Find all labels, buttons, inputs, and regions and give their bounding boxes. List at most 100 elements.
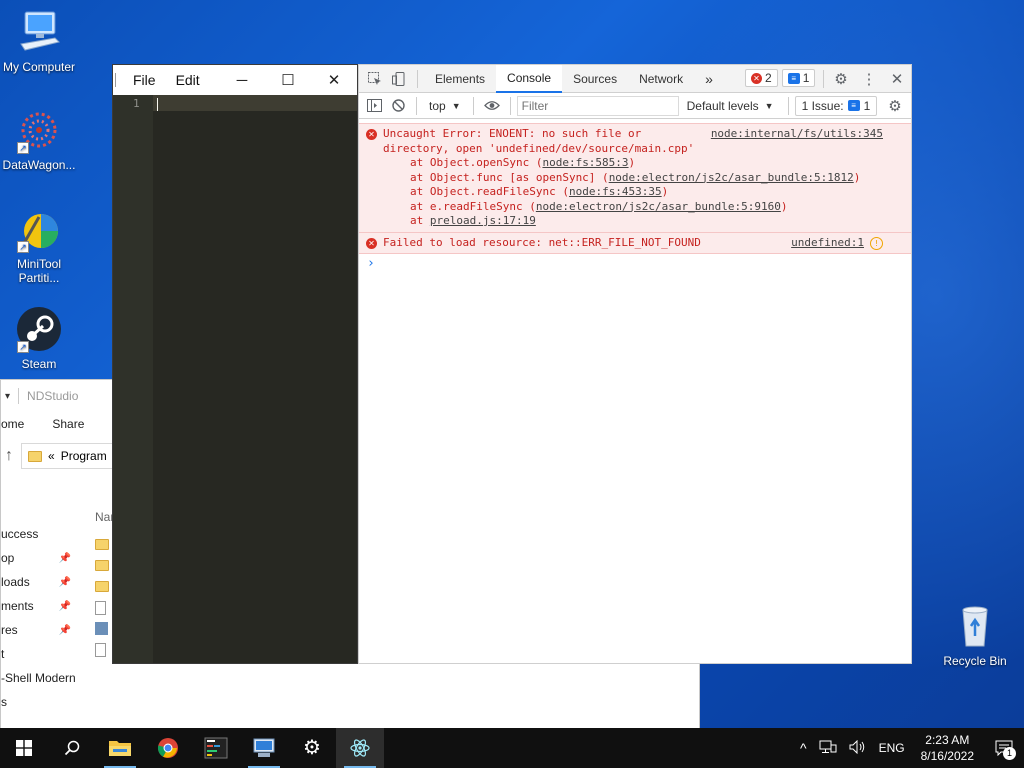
minimize-button[interactable]: ─ xyxy=(219,65,265,95)
live-expression-eye-icon[interactable] xyxy=(480,94,504,118)
error-source-link[interactable]: node:internal/fs/utils:345 xyxy=(711,127,883,142)
devtools-tabbar: Elements Console Sources Network » ✕ 2 ≡… xyxy=(359,64,911,93)
stack-frame-link[interactable]: node:electron/js2c/asar_bundle:5:9160 xyxy=(536,200,781,213)
tab-sources[interactable]: Sources xyxy=(562,65,628,93)
message-count: 1 xyxy=(802,71,810,85)
ribbon-tab-share[interactable]: Share xyxy=(52,417,84,431)
nav-item-documents[interactable]: ments 📌 xyxy=(1,594,101,618)
quick-access-dropdown-icon[interactable]: ▾ xyxy=(5,391,10,402)
toolbar-divider xyxy=(509,96,511,115)
network-warning-icon[interactable]: ! xyxy=(870,236,883,250)
menu-edit[interactable]: Edit xyxy=(166,72,210,88)
desktop-icon-steam[interactable]: ↗ Steam xyxy=(1,305,77,371)
desktop-icon-minitool[interactable]: ↗ MiniTool Partiti... xyxy=(1,205,77,285)
device-toolbar-icon[interactable] xyxy=(387,67,411,91)
volume-icon[interactable] xyxy=(843,739,873,757)
maximize-button[interactable]: ☐ xyxy=(265,65,311,95)
menu-file[interactable]: File xyxy=(123,72,166,88)
input-language[interactable]: ENG xyxy=(873,741,911,755)
nav-item-pictures[interactable]: res 📌 xyxy=(1,618,101,642)
nav-item-desktop[interactable]: op 📌 xyxy=(1,546,101,570)
more-options-icon[interactable]: ⋮ xyxy=(857,67,881,91)
context-selector[interactable]: top ▼ xyxy=(423,99,467,113)
console-filter-input[interactable] xyxy=(516,95,679,116)
taskbar-terminal-app[interactable] xyxy=(192,728,240,768)
console-error-message[interactable]: ✕ Failed to load resource: net::ERR_FILE… xyxy=(359,232,911,254)
levels-label: Default levels xyxy=(686,98,759,113)
file-explorer-icon xyxy=(109,741,131,756)
stack-frame: at Object.openSync (node:fs:585:3) xyxy=(410,156,636,169)
console-settings-gear-icon[interactable]: ⚙ xyxy=(883,94,907,118)
nav-item-quick-access[interactable]: uccess xyxy=(1,522,101,546)
up-arrow-icon[interactable]: ↑ xyxy=(5,447,13,465)
clear-console-icon[interactable] xyxy=(386,94,410,118)
document-icon xyxy=(95,600,106,615)
search-button[interactable] xyxy=(48,728,96,768)
nav-item-s[interactable]: s xyxy=(1,690,101,714)
console-counters: ✕ 2 ≡ 1 xyxy=(745,69,816,87)
explorer-title: NDStudio xyxy=(27,389,79,403)
clock[interactable]: 2:23 AM 8/16/2022 xyxy=(911,732,984,764)
message-icon: ≡ xyxy=(847,100,860,111)
tab-elements[interactable]: Elements xyxy=(424,65,496,93)
desktop-icon-label: Recycle Bin xyxy=(943,654,1007,668)
desktop-icon-datawagon[interactable]: ↗ DataWagon... xyxy=(1,106,77,172)
toolbar-divider xyxy=(416,96,417,115)
address-chevrons: « xyxy=(48,449,55,463)
line-number-gutter: 1 xyxy=(113,95,153,663)
taskbar-network-app[interactable] xyxy=(240,728,288,768)
stack-frame-link[interactable]: preload.js:17:19 xyxy=(430,214,536,227)
taskbar-electron-app[interactable] xyxy=(336,728,384,768)
error-count-badge[interactable]: ✕ 2 xyxy=(745,69,778,87)
issues-button[interactable]: 1 Issue: ≡ 1 xyxy=(794,95,878,116)
more-tabs-button[interactable]: » xyxy=(694,65,724,93)
taskbar-chrome[interactable] xyxy=(144,728,192,768)
context-label: top xyxy=(429,98,446,113)
console-toolbar: top ▼ Default levels ▼ 1 Issue: ≡ 1 ⚙ xyxy=(359,93,911,119)
stack-frame: at Object.readFileSync (node:fs:453:35) xyxy=(410,185,669,198)
stack-frame-link[interactable]: node:electron/js2c/asar_bundle:5:1812 xyxy=(609,171,854,184)
taskbar-settings[interactable]: ⚙ xyxy=(288,728,336,768)
stack-frame-link[interactable]: node:fs:453:35 xyxy=(569,185,662,198)
toolbar-divider xyxy=(417,69,418,88)
taskbar-file-explorer[interactable] xyxy=(96,728,144,768)
pin-icon: 📌 xyxy=(58,624,71,636)
clock-time: 2:23 AM xyxy=(925,733,970,747)
settings-icon: ⚙ xyxy=(303,737,321,759)
start-button[interactable] xyxy=(0,728,48,768)
message-icon: ≡ xyxy=(787,72,800,84)
error-icon: ✕ xyxy=(751,72,762,84)
navigation-pane: uccess op 📌 loads 📌 ments 📌 res 📌 t -Shell M… xyxy=(1,522,101,714)
desktop-icon-my-computer[interactable]: My Computer xyxy=(1,8,77,74)
log-levels-dropdown[interactable]: Default levels ▼ xyxy=(679,99,782,113)
action-center-button[interactable]: 1 xyxy=(984,728,1024,768)
nav-item-t[interactable]: t xyxy=(1,642,101,666)
message-count-badge[interactable]: ≡ 1 xyxy=(781,69,816,87)
tab-network[interactable]: Network xyxy=(628,65,694,93)
error-source-link-text[interactable]: undefined:1 xyxy=(791,236,864,249)
code-editor-area[interactable] xyxy=(153,95,357,663)
nav-item-downloads[interactable]: loads 📌 xyxy=(1,570,101,594)
stack-frame-link[interactable]: node:fs:585:3 xyxy=(542,156,628,169)
error-icon: ✕ xyxy=(366,129,377,140)
system-tray: ^ ENG 2:23 AM 8/16/2022 1 xyxy=(794,728,1024,768)
sidebar-toggle-icon[interactable] xyxy=(362,94,386,118)
ribbon-tab-home[interactable]: ome xyxy=(1,417,24,431)
nav-item-shell-modern[interactable]: -Shell Modern xyxy=(1,666,101,690)
console-output: ✕ Uncaught Error: ENOENT: no such file o… xyxy=(359,123,911,274)
network-icon[interactable] xyxy=(813,740,843,757)
address-path: Program xyxy=(60,449,107,463)
close-button[interactable]: ✕ xyxy=(311,65,357,95)
settings-gear-icon[interactable]: ⚙ xyxy=(829,67,853,91)
tab-console[interactable]: Console xyxy=(496,64,563,93)
show-hidden-icons-chevron-icon[interactable]: ^ xyxy=(794,740,813,756)
stack-frame: at Object.func [as openSync] (node:elect… xyxy=(410,170,861,184)
desktop-icon-label: DataWagon... xyxy=(2,158,76,172)
recycle-bin-icon xyxy=(951,602,999,650)
console-error-message[interactable]: ✕ Uncaught Error: ENOENT: no such file o… xyxy=(359,123,911,233)
close-devtools-icon[interactable]: ✕ xyxy=(885,67,909,91)
pin-icon: 📌 xyxy=(58,552,71,564)
inspect-element-icon[interactable] xyxy=(363,67,387,91)
desktop-icon-recycle-bin[interactable]: Recycle Bin xyxy=(937,602,1013,668)
console-prompt[interactable]: › xyxy=(359,254,911,274)
